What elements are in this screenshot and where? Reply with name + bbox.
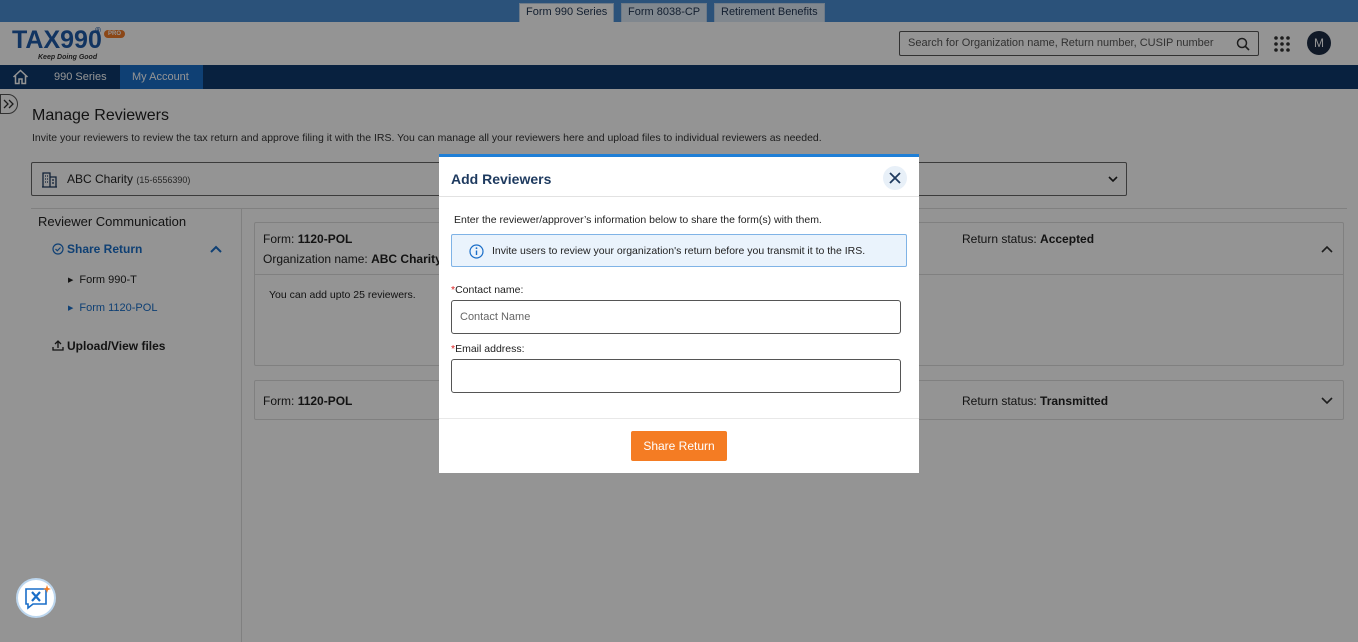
info-icon — [469, 244, 484, 259]
close-button[interactable] — [883, 166, 907, 190]
dialog-footer-divider — [439, 418, 919, 419]
add-reviewers-dialog: Add Reviewers Enter the reviewer/approve… — [439, 154, 919, 473]
contact-name-label: *Contact name: — [451, 284, 523, 296]
contact-name-input[interactable] — [451, 300, 901, 334]
dialog-instruction: Enter the reviewer/approver’s informatio… — [454, 214, 822, 226]
chat-bot-icon — [25, 585, 51, 610]
share-return-button[interactable]: Share Return — [631, 431, 727, 461]
email-address-input[interactable] — [451, 359, 901, 393]
close-icon — [889, 172, 901, 184]
dialog-divider — [439, 196, 919, 197]
chat-assistant-button[interactable] — [16, 578, 56, 618]
info-banner: Invite users to review your organization… — [451, 234, 907, 267]
email-address-label-text: Email address: — [455, 343, 525, 355]
contact-name-label-text: Contact name: — [455, 284, 524, 296]
email-address-label: *Email address: — [451, 343, 525, 355]
dialog-title: Add Reviewers — [451, 171, 552, 187]
info-text: Invite users to review your organization… — [492, 245, 866, 257]
